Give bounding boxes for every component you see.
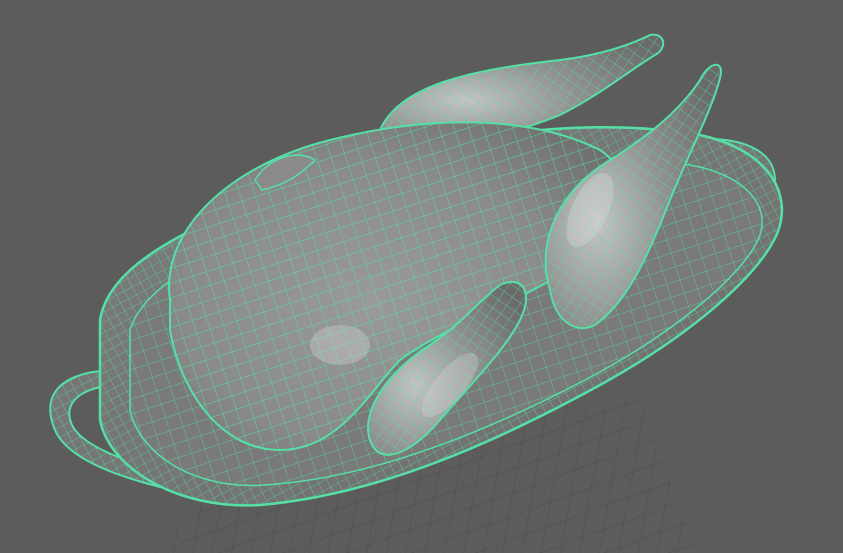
3d-viewport[interactable] xyxy=(0,0,843,553)
viewport-canvas[interactable] xyxy=(0,0,843,553)
